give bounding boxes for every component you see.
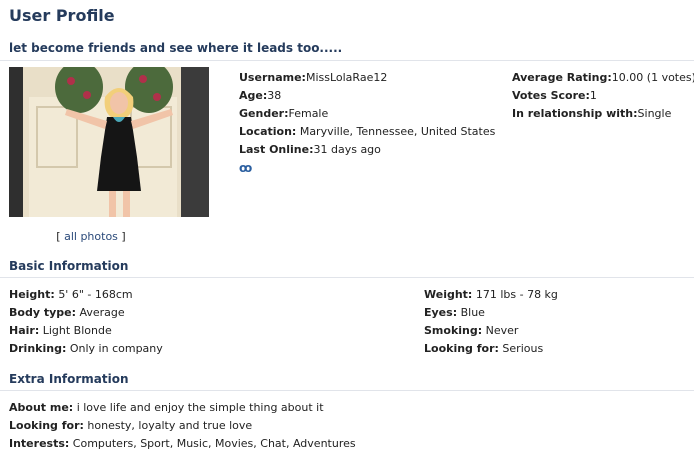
info-row: Looking for: honesty, loyalty and true l… — [9, 417, 356, 435]
info-row: Looking for: Serious — [424, 340, 558, 358]
body-type-value: Average — [79, 306, 125, 319]
interests-value: Computers, Sport, Music, Movies, Chat, A… — [72, 437, 356, 450]
age-value: 38 — [267, 89, 282, 102]
relationship-label: In relationship with: — [512, 107, 638, 120]
divider — [0, 390, 694, 391]
rating-value: 10.00 (1 votes) — [611, 71, 694, 84]
divider — [0, 277, 694, 278]
gender-row: Gender:Female — [239, 105, 495, 123]
last-online-label: Last Online: — [239, 143, 314, 156]
hair-value: Light Blonde — [42, 324, 112, 337]
drinking-label: Drinking: — [9, 342, 67, 355]
share-row: ꝏ — [239, 159, 495, 178]
info-row: Interests: Computers, Sport, Music, Movi… — [9, 435, 356, 453]
age-row: Age:38 — [239, 87, 495, 105]
about-me-label: About me: — [9, 401, 74, 414]
location-label: Location: — [239, 125, 297, 138]
username-row: Username:MissLolaRae12 — [239, 69, 495, 87]
relationship-row: In relationship with:Single — [512, 105, 694, 123]
basic-info-right: Weight: 171 lbs - 78 kg Eyes: Blue Smoki… — [424, 286, 558, 358]
last-online-row: Last Online:31 days ago — [239, 141, 495, 159]
looking-for-value: Serious — [502, 342, 544, 355]
location-value: Maryville, Tennessee, United States — [299, 125, 496, 138]
interests-label: Interests: — [9, 437, 70, 450]
hair-label: Hair: — [9, 324, 40, 337]
username-label: Username: — [239, 71, 306, 84]
relationship-value: Single — [637, 107, 672, 120]
weight-label: Weight: — [424, 288, 473, 301]
looking-for-label: Looking for: — [424, 342, 499, 355]
info-row: About me: i love life and enjoy the simp… — [9, 399, 356, 417]
info-row: Smoking: Never — [424, 322, 558, 340]
body-type-label: Body type: — [9, 306, 76, 319]
info-row: Drinking: Only in company — [9, 340, 163, 358]
eyes-label: Eyes: — [424, 306, 458, 319]
extra-info-heading: Extra Information — [9, 372, 129, 386]
username-value: MissLolaRae12 — [305, 71, 388, 84]
info-row: Body type: Average — [9, 304, 163, 322]
weight-value: 171 lbs - 78 kg — [475, 288, 558, 301]
rating-row: Average Rating:10.00 (1 votes) — [512, 69, 694, 87]
divider — [0, 60, 694, 61]
profile-tagline: let become friends and see where it lead… — [9, 41, 343, 55]
smoking-label: Smoking: — [424, 324, 483, 337]
rating-label: Average Rating: — [512, 71, 612, 84]
all-photos-link-wrap: [ all photos ] — [56, 230, 126, 243]
all-photos-link[interactable]: all photos — [64, 230, 118, 243]
basic-info-heading: Basic Information — [9, 259, 129, 273]
profile-details: Username:MissLolaRae12 Age:38 Gender:Fem… — [239, 69, 495, 178]
votes-row: Votes Score:1 — [512, 87, 694, 105]
info-row: Height: 5' 6" - 168cm — [9, 286, 163, 304]
info-row: Hair: Light Blonde — [9, 322, 163, 340]
extra-info: About me: i love life and enjoy the simp… — [9, 399, 356, 453]
about-me-value: i love life and enjoy the simple thing a… — [76, 401, 324, 414]
info-row: Eyes: Blue — [424, 304, 558, 322]
location-row: Location: Maryville, Tennessee, United S… — [239, 123, 495, 141]
share-icon[interactable]: ꝏ — [239, 159, 252, 177]
extra-looking-for-value: honesty, loyalty and true love — [87, 419, 253, 432]
height-value: 5' 6" - 168cm — [58, 288, 133, 301]
profile-photo[interactable] — [9, 67, 209, 217]
drinking-value: Only in company — [69, 342, 163, 355]
page-title: User Profile — [9, 6, 115, 25]
votes-label: Votes Score: — [512, 89, 590, 102]
votes-value: 1 — [589, 89, 597, 102]
gender-label: Gender: — [239, 107, 289, 120]
info-row: Weight: 171 lbs - 78 kg — [424, 286, 558, 304]
basic-info-left: Height: 5' 6" - 168cm Body type: Average… — [9, 286, 163, 358]
gender-value: Female — [288, 107, 329, 120]
profile-stats: Average Rating:10.00 (1 votes) Votes Sco… — [512, 69, 694, 123]
extra-looking-for-label: Looking for: — [9, 419, 84, 432]
last-online-value: 31 days ago — [313, 143, 381, 156]
age-label: Age: — [239, 89, 268, 102]
height-label: Height: — [9, 288, 55, 301]
eyes-value: Blue — [460, 306, 485, 319]
smoking-value: Never — [485, 324, 519, 337]
